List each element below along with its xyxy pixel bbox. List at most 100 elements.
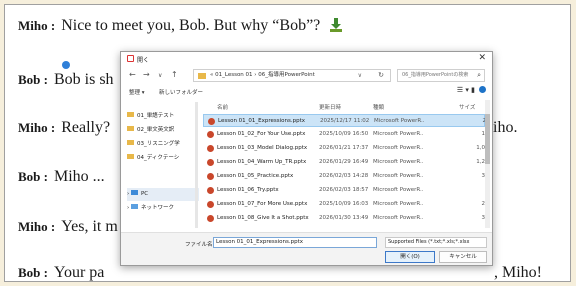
help-icon[interactable] bbox=[479, 86, 486, 93]
scrollbar-thumb[interactable] bbox=[485, 114, 490, 164]
close-icon[interactable]: ✕ bbox=[478, 53, 486, 63]
dialogue-line-4: Bob : Miho ... bbox=[18, 168, 105, 186]
command-bar: 整理 ▾ 新しいフォルダー ☰ ▾ ▮ bbox=[121, 86, 492, 98]
column-date[interactable]: 更新日時 bbox=[319, 103, 341, 111]
nav-folder[interactable]: 02_単文英文訳 bbox=[127, 124, 199, 137]
file-size: 3 bbox=[481, 215, 486, 221]
file-type: Microsoft PowerR.. bbox=[373, 215, 424, 221]
file-row[interactable]: Lesson 01_02_For Your Use.pptx 2025/10/09… bbox=[203, 128, 485, 141]
file-type: Microsoft PowerR.. bbox=[374, 118, 425, 124]
column-type[interactable]: 種類 bbox=[373, 103, 384, 111]
file-type: Microsoft PowerR.. bbox=[373, 201, 424, 207]
forward-arrow-icon[interactable]: → bbox=[143, 70, 150, 79]
nav-scrollbar[interactable] bbox=[195, 102, 198, 228]
refresh-icon[interactable]: ↻ bbox=[378, 70, 384, 81]
navigation-pane: 01_単語テスト 02_単文英文訳 03_リスニング学 04_ディクテーシ › … bbox=[121, 100, 201, 230]
file-row[interactable]: Lesson 01_04_Warm Up_TR.pptx 2026/01/29 1… bbox=[203, 156, 485, 169]
search-icon: ⌕ bbox=[477, 71, 481, 79]
file-size: 1,2 bbox=[476, 159, 485, 165]
file-type: Microsoft PowerR.. bbox=[373, 187, 424, 193]
nav-folder[interactable]: 01_単語テスト bbox=[127, 110, 199, 123]
file-type: Microsoft PowerR.. bbox=[373, 145, 424, 151]
file-size: 1 bbox=[481, 131, 486, 137]
nav-label: ネットワーク bbox=[140, 205, 174, 211]
chevron-down-icon[interactable]: ∨ bbox=[358, 70, 362, 81]
file-row[interactable]: Lesson 01_07_For More Use.pptx 2025/10/09… bbox=[203, 198, 485, 211]
folder-icon bbox=[127, 112, 134, 117]
up-arrow-icon[interactable]: ↑ bbox=[171, 70, 178, 79]
view-controls[interactable]: ☰ ▾ ▮ bbox=[457, 86, 486, 94]
nav-folder[interactable]: 03_リスニング学 bbox=[127, 138, 199, 151]
nav-network[interactable]: › ネットワーク bbox=[127, 202, 199, 215]
search-placeholder: 06_指導用PowerPointの検索 bbox=[402, 72, 469, 78]
dialogue-text: Yes, it m bbox=[61, 218, 118, 235]
nav-folder[interactable]: 04_ディクテーシ bbox=[127, 152, 199, 165]
cancel-button[interactable]: キャンセル bbox=[439, 251, 487, 263]
speaker: Miho : bbox=[18, 219, 56, 234]
dialog-title: 開く bbox=[137, 57, 150, 64]
pptx-icon bbox=[207, 187, 214, 194]
nav-label: 03_リスニング学 bbox=[137, 141, 180, 147]
folder-icon bbox=[127, 154, 134, 159]
nav-label: PC bbox=[140, 191, 149, 197]
nav-label: 04_ディクテーシ bbox=[137, 155, 180, 161]
network-icon bbox=[130, 204, 138, 209]
open-file-dialog: 開く ✕ ← → ∨ ↑ « 01_Lesson 01 › 06_指導用Powe… bbox=[120, 51, 493, 266]
file-row[interactable]: Lesson 01_05_Practice.pptx 2026/02/03 14:… bbox=[203, 170, 485, 183]
file-size: 3 bbox=[481, 173, 486, 179]
dialogue-text: Nice to meet you, Bob. But why “Bob”? bbox=[61, 17, 321, 34]
file-list-scrollbar[interactable] bbox=[485, 100, 490, 228]
pptx-icon bbox=[208, 118, 215, 125]
dialogue-text: Miho ... bbox=[53, 168, 105, 185]
column-name[interactable]: 名前 bbox=[217, 103, 228, 111]
pptx-icon bbox=[207, 173, 214, 180]
dialogue-line-6: Bob : Your pa bbox=[18, 264, 104, 282]
search-input[interactable]: 06_指導用PowerPointの検索 ⌕ bbox=[397, 69, 485, 82]
organize-button[interactable]: 整理 ▾ bbox=[129, 88, 145, 96]
pptx-icon bbox=[207, 131, 214, 138]
back-arrow-icon[interactable]: ← bbox=[129, 70, 136, 79]
speaker: Bob : bbox=[18, 72, 48, 87]
pc-icon bbox=[130, 190, 138, 195]
folder-icon bbox=[127, 140, 134, 145]
pptx-icon bbox=[207, 159, 214, 166]
nav-label: 02_単文英文訳 bbox=[137, 127, 175, 133]
address-path: « 01_Lesson 01 › 06_指導用PowerPoint bbox=[210, 72, 315, 78]
file-size: 1,0 bbox=[476, 145, 485, 151]
open-button[interactable]: 開く(O) bbox=[385, 251, 435, 263]
file-row-selected[interactable]: Lesson 01_01_Expressions.pptx 2025/12/17 … bbox=[203, 114, 486, 127]
filetype-select[interactable]: Supported Files (*.txt;*.xls;*.xlsx bbox=[385, 237, 487, 248]
download-icon[interactable] bbox=[330, 18, 343, 32]
dialog-footer: ファイル名(N): Lesson 01_01_Expressions.pptx … bbox=[121, 232, 492, 265]
dialogue-line-2: Bob : Bob is sh bbox=[18, 71, 114, 89]
speaker: Miho : bbox=[18, 120, 56, 135]
address-bar[interactable]: « 01_Lesson 01 › 06_指導用PowerPoint ∨ ↻ bbox=[193, 69, 391, 82]
address-row: ← → ∨ ↑ « 01_Lesson 01 › 06_指導用PowerPoin… bbox=[121, 68, 492, 84]
file-row[interactable]: Lesson 01_03_Model Dialog.pptx 2026/01/21… bbox=[203, 142, 485, 155]
file-type: Microsoft PowerR.. bbox=[373, 131, 424, 137]
speaker: Bob : bbox=[18, 265, 48, 280]
dialogue-text: Your pa bbox=[53, 264, 105, 281]
dialogue-line-1: Miho : Nice to meet you, Bob. But why “Bo… bbox=[18, 17, 343, 35]
pptx-icon bbox=[207, 215, 214, 222]
column-size[interactable]: サイズ bbox=[459, 103, 475, 111]
speaker: Bob : bbox=[18, 169, 48, 184]
dialog-titlebar: 開く ✕ bbox=[121, 52, 492, 66]
file-type: Microsoft PowerR.. bbox=[373, 173, 424, 179]
nav-pc[interactable]: › PC bbox=[127, 188, 199, 201]
file-type: Microsoft PowerR.. bbox=[373, 159, 424, 165]
pptx-icon bbox=[207, 145, 214, 152]
status-dot bbox=[62, 61, 70, 69]
file-row[interactable]: Lesson 01_06_Try.pptx 2026/02/03 18:57 Mic… bbox=[203, 184, 485, 197]
nav-label: 01_単語テスト bbox=[137, 113, 175, 119]
new-folder-button[interactable]: 新しいフォルダー bbox=[159, 88, 203, 96]
column-header: 名前 更新日時 種類 サイズ bbox=[203, 100, 487, 112]
speaker: Miho : bbox=[18, 18, 56, 33]
file-row[interactable]: Lesson 01_08_Give It a Shot.pptx 2026/01/… bbox=[203, 212, 485, 225]
dialogue-text: Really? bbox=[61, 119, 111, 136]
chevron-down-icon[interactable]: ∨ bbox=[158, 72, 162, 79]
filename-input[interactable]: Lesson 01_01_Expressions.pptx bbox=[213, 237, 377, 248]
folder-icon bbox=[127, 126, 134, 131]
folder-icon bbox=[198, 73, 206, 79]
dialogue-line-5: Miho : Yes, it m bbox=[18, 218, 118, 236]
